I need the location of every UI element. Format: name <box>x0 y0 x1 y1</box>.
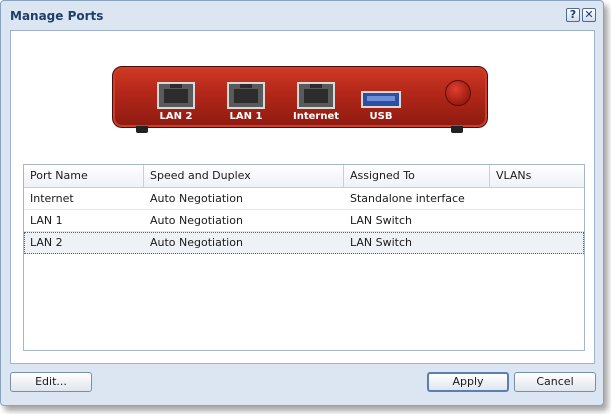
close-icon[interactable]: ✕ <box>582 8 596 22</box>
cell-vlans <box>490 210 584 231</box>
table-row[interactable]: LAN 1 Auto Negotiation LAN Switch <box>24 210 584 232</box>
ethernet-port-icon[interactable] <box>227 82 265 109</box>
port-label-internet: Internet <box>292 111 339 122</box>
column-header-vlans[interactable]: VLANs <box>490 165 584 187</box>
port-label-usb: USB <box>369 111 393 122</box>
column-header-assigned-to[interactable]: Assigned To <box>344 165 490 187</box>
edit-button[interactable]: Edit... <box>10 372 92 392</box>
device-illustration: LAN 2 LAN 1 Internet USB <box>112 66 488 128</box>
dialog-title: Manage Ports <box>10 9 104 23</box>
content-panel: LAN 2 LAN 1 Internet USB Port Name Speed… <box>10 30 595 364</box>
cell-assigned-to: LAN Switch <box>350 236 412 249</box>
table-row[interactable]: Internet Auto Negotiation Standalone int… <box>24 188 584 210</box>
ethernet-port-icon[interactable] <box>157 82 195 109</box>
port-label-lan1: LAN 1 <box>229 111 263 122</box>
ports-table: Port Name Speed and Duplex Assigned To V… <box>23 164 585 351</box>
ethernet-port-icon[interactable] <box>297 82 335 109</box>
apply-button[interactable]: Apply <box>427 372 509 392</box>
manage-ports-dialog: Manage Ports ? ✕ LAN 2 LAN 1 Internet US… <box>0 0 604 406</box>
cell-port-name: Internet <box>30 192 74 205</box>
cell-port-name: LAN 2 <box>30 236 63 249</box>
cancel-button[interactable]: Cancel <box>514 372 596 392</box>
device-foot <box>451 126 463 133</box>
power-button-icon <box>445 80 471 106</box>
cell-speed-duplex: Auto Negotiation <box>150 214 243 227</box>
cell-assigned-to: LAN Switch <box>350 214 412 227</box>
cell-assigned-to: Standalone interface <box>350 192 465 205</box>
port-label-lan2: LAN 2 <box>159 111 193 122</box>
column-header-port-name[interactable]: Port Name <box>24 165 144 187</box>
cell-vlans <box>490 232 584 253</box>
column-header-speed-duplex[interactable]: Speed and Duplex <box>144 165 344 187</box>
table-header: Port Name Speed and Duplex Assigned To V… <box>24 165 584 188</box>
help-icon[interactable]: ? <box>566 8 580 22</box>
cell-speed-duplex: Auto Negotiation <box>150 236 243 249</box>
cell-port-name: LAN 1 <box>30 214 63 227</box>
cell-speed-duplex: Auto Negotiation <box>150 192 243 205</box>
cell-vlans <box>490 188 584 209</box>
table-row-selected[interactable]: LAN 2 Auto Negotiation LAN Switch <box>24 232 584 254</box>
usb-port-icon[interactable] <box>361 91 401 108</box>
device-foot <box>136 126 148 133</box>
